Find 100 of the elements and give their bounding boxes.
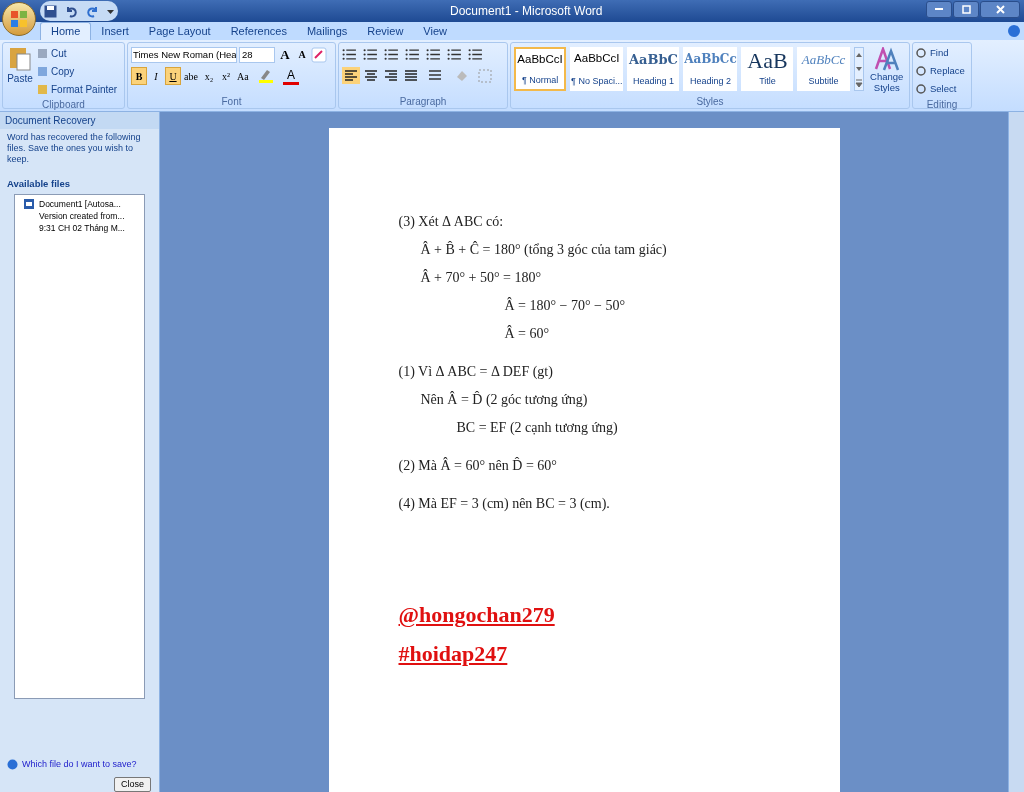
customize-caret-icon[interactable] (107, 7, 114, 15)
style-gallery-item[interactable]: AaBbC Heading 1 (627, 47, 680, 91)
shrink-font-button[interactable]: A (295, 47, 309, 63)
format-button[interactable]: x₂ (200, 67, 217, 85)
group-label: Editing (925, 98, 959, 111)
style-name: Subtitle (808, 74, 839, 88)
list-icon[interactable] (363, 48, 378, 61)
highlight-icon[interactable] (257, 68, 274, 84)
list-icon[interactable] (426, 48, 441, 61)
align-icon[interactable] (362, 67, 380, 84)
clear-formatting-icon[interactable] (311, 47, 327, 63)
format-button[interactable]: I (148, 67, 164, 85)
editing-button[interactable]: Replace (916, 63, 968, 80)
style-gallery-item[interactable]: AaBbCcI ¶ No Spaci... (570, 47, 624, 91)
save-icon[interactable] (44, 4, 57, 18)
help-link[interactable]: Which file do I want to save? (22, 757, 137, 771)
editing-button[interactable]: Select (916, 81, 968, 98)
signature-text: @hongochan279 (398, 601, 555, 629)
document-line: (1) Vì Δ ABC = Δ DEF (gt) (398, 363, 554, 381)
style-sample: AaBbCcI (517, 52, 563, 67)
style-sample: AaBbCc (684, 51, 737, 68)
style-name: Title (759, 74, 776, 88)
group-label: Styles (695, 95, 725, 108)
format-button[interactable]: abe (182, 67, 200, 85)
office-button[interactable] (2, 2, 36, 36)
close-icon (995, 5, 1005, 14)
style-sample: AaBbCcI (574, 51, 620, 66)
document-line: Nên Â = D̂ (2 góc tương ứng) (419, 390, 589, 409)
minimize-button[interactable] (926, 1, 952, 18)
style-name: ¶ No Spaci... (571, 74, 623, 88)
document-icon (23, 198, 35, 211)
format-button[interactable]: B (131, 67, 147, 85)
styles-letters-icon (873, 47, 900, 71)
minimize-icon (935, 8, 943, 11)
change-styles-button[interactable]: Change Styles (867, 47, 906, 93)
align-icon[interactable] (342, 67, 360, 84)
document-line: Â + 70° + 50° = 180° (419, 268, 543, 287)
style-gallery-item[interactable]: AaB Title (741, 47, 794, 91)
file-name: Document1 [Autosa... (39, 198, 122, 211)
grow-font-button[interactable]: A (277, 47, 293, 63)
font-name-field[interactable]: Times New Roman (Hea (131, 47, 237, 63)
clipboard-button[interactable]: Format Painter (37, 81, 118, 98)
ribbon-tab[interactable]: Mailings (296, 22, 358, 40)
recovered-file[interactable]: Document1 [Autosa... Version created from... 9:31 CH 02 Tháng M... (15, 198, 144, 235)
file-version: Version created from... (39, 210, 125, 223)
list-icon[interactable] (447, 48, 462, 61)
align-icon[interactable] (402, 67, 420, 84)
font-color-button[interactable]: A (282, 67, 299, 85)
document-line: (3) Xét Δ ABC có: (398, 213, 505, 231)
redo-icon[interactable] (86, 4, 99, 18)
restore-icon (961, 5, 971, 14)
format-button[interactable]: Aa (234, 67, 251, 85)
signature-text: #hoidap247 (398, 640, 508, 668)
group-label: Font (220, 95, 243, 108)
group-label: Clipboard (41, 98, 86, 111)
align-icon[interactable] (382, 67, 400, 84)
font-size-field[interactable]: 28 (239, 47, 275, 63)
style-sample: AaBbC (629, 51, 678, 69)
format-button[interactable]: U (165, 67, 181, 85)
recovery-message: Word has recovered the following files. Save the ones you wish to keep. (6, 131, 142, 165)
ribbon-tab[interactable]: View (413, 22, 457, 40)
style-gallery-item[interactable]: AaBbCcI ¶ Normal (514, 47, 567, 91)
list-icon[interactable] (384, 48, 399, 61)
style-gallery-item[interactable]: AaBbCc Subtitle (797, 47, 850, 91)
style-sample: AaB (747, 50, 788, 72)
close-button[interactable] (980, 1, 1020, 18)
ribbon-tab[interactable]: Review (357, 22, 414, 40)
pane-title: Document Recovery (0, 112, 159, 129)
available-files-heading: Available files (6, 177, 71, 191)
document-line: (2) Mà Â = 60° nên D̂ = 60° (398, 456, 558, 475)
ribbon-tab[interactable]: Home (40, 22, 92, 40)
window-title: Document1 - Microsoft Word (450, 3, 603, 20)
style-name: ¶ Normal (521, 73, 559, 87)
document-line: (4) Mà EF = 3 (cm) nên BC = 3 (cm). (398, 495, 611, 513)
document-line: BC = EF (2 cạnh tương ứng) (455, 419, 619, 437)
office-logo-icon (10, 10, 28, 28)
ribbon-tab[interactable]: Insert (91, 22, 139, 40)
style-sample: AaBbCc (801, 51, 846, 69)
clipboard-icon (9, 45, 31, 71)
style-name: Heading 2 (689, 74, 731, 88)
undo-icon[interactable] (65, 4, 78, 18)
list-icon[interactable] (342, 48, 357, 61)
document-line: Â + B̂ + Ĉ = 180° (tổng 3 góc của tam giác) (419, 240, 668, 259)
more-styles-icon[interactable] (854, 76, 863, 90)
group-label: Paragraph (398, 95, 448, 108)
style-gallery-item[interactable]: AaBbCc Heading 2 (683, 47, 738, 91)
format-button[interactable]: x² (217, 67, 234, 85)
list-icon[interactable] (468, 48, 483, 61)
editing-button[interactable]: Find (916, 45, 968, 62)
clipboard-button[interactable]: Copy (37, 63, 118, 80)
paste-button[interactable]: Paste (5, 43, 35, 98)
ribbon-tab[interactable]: Page Layout (138, 22, 221, 40)
ribbon-tab[interactable]: References (220, 22, 297, 40)
clipboard-button[interactable]: Cut (37, 45, 118, 62)
style-name: Heading 1 (632, 74, 674, 88)
restore-button[interactable] (953, 1, 979, 18)
file-time: 9:31 CH 02 Tháng M... (39, 222, 125, 235)
close-pane-button[interactable]: Close (114, 777, 151, 792)
document-line: Â = 60° (503, 324, 551, 343)
list-icon[interactable] (405, 48, 420, 61)
